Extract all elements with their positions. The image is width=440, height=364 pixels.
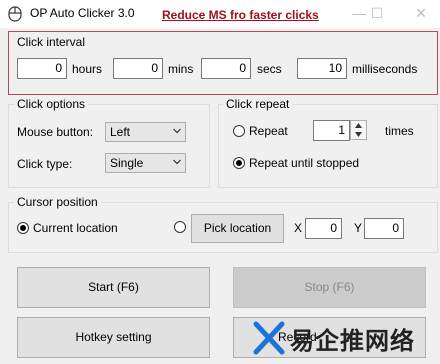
x-label: X xyxy=(294,221,303,235)
times-label: times xyxy=(385,124,414,138)
click-type-label: Click type: xyxy=(17,157,73,171)
maximize-icon[interactable]: ☐ xyxy=(362,0,392,28)
y-label: Y xyxy=(354,221,363,235)
y-input[interactable]: 0 xyxy=(364,218,404,239)
mouse-button-value: Left xyxy=(110,125,131,139)
click-type-select[interactable]: Single xyxy=(105,153,186,173)
current-location-radio[interactable] xyxy=(17,222,29,234)
chevron-down-icon xyxy=(173,159,181,165)
mins-input[interactable]: 0 xyxy=(113,58,163,79)
click-options-label: Click options xyxy=(14,97,89,111)
mins-label: mins xyxy=(168,62,194,76)
spin-down-icon[interactable] xyxy=(355,132,362,137)
repeat-until-stopped-label: Repeat until stopped xyxy=(249,156,360,170)
x-input[interactable]: 0 xyxy=(305,218,342,239)
start-button[interactable]: Start (F6) xyxy=(17,267,210,308)
repeat-until-stopped-radio[interactable] xyxy=(233,157,245,169)
click-repeat-group xyxy=(218,104,438,188)
current-location-label: Current location xyxy=(33,221,118,235)
hours-label: hours xyxy=(72,62,103,76)
pick-location-radio[interactable] xyxy=(174,221,186,233)
click-options-group xyxy=(8,104,210,188)
secs-input[interactable]: 0 xyxy=(201,58,251,79)
click-interval-label: Click interval xyxy=(17,35,86,49)
spin-up-icon[interactable] xyxy=(355,123,362,128)
watermark: 易企推网络 xyxy=(250,316,440,364)
pick-location-button[interactable]: Pick location xyxy=(191,214,284,243)
hours-input[interactable]: 0 xyxy=(17,58,67,79)
secs-label: secs xyxy=(257,62,282,76)
click-repeat-label: Click repeat xyxy=(223,97,293,111)
chevron-down-icon xyxy=(173,128,181,134)
mouse-icon xyxy=(8,6,22,22)
close-icon[interactable]: ✕ xyxy=(406,0,436,28)
cursor-position-label: Cursor position xyxy=(14,195,101,209)
mouse-button-select[interactable]: Left xyxy=(105,122,186,142)
repeat-radio[interactable] xyxy=(233,125,245,137)
repeat-count-input[interactable]: 1 xyxy=(313,120,350,141)
repeat-spinner[interactable] xyxy=(350,120,367,140)
repeat-label: Repeat xyxy=(249,124,288,138)
milliseconds-label: milliseconds xyxy=(352,62,418,76)
watermark-logo-icon xyxy=(253,321,285,355)
mouse-button-label: Mouse button: xyxy=(17,125,94,139)
reduce-ms-link[interactable]: Reduce MS fro faster clicks xyxy=(162,8,319,22)
stop-button[interactable]: Stop (F6) xyxy=(233,267,426,308)
milliseconds-input[interactable]: 10 xyxy=(297,58,347,79)
hotkey-setting-button[interactable]: Hotkey setting xyxy=(17,317,210,358)
watermark-text: 易企推网络 xyxy=(290,327,415,355)
window-title: OP Auto Clicker 3.0 xyxy=(30,6,135,20)
click-type-value: Single xyxy=(110,156,144,170)
